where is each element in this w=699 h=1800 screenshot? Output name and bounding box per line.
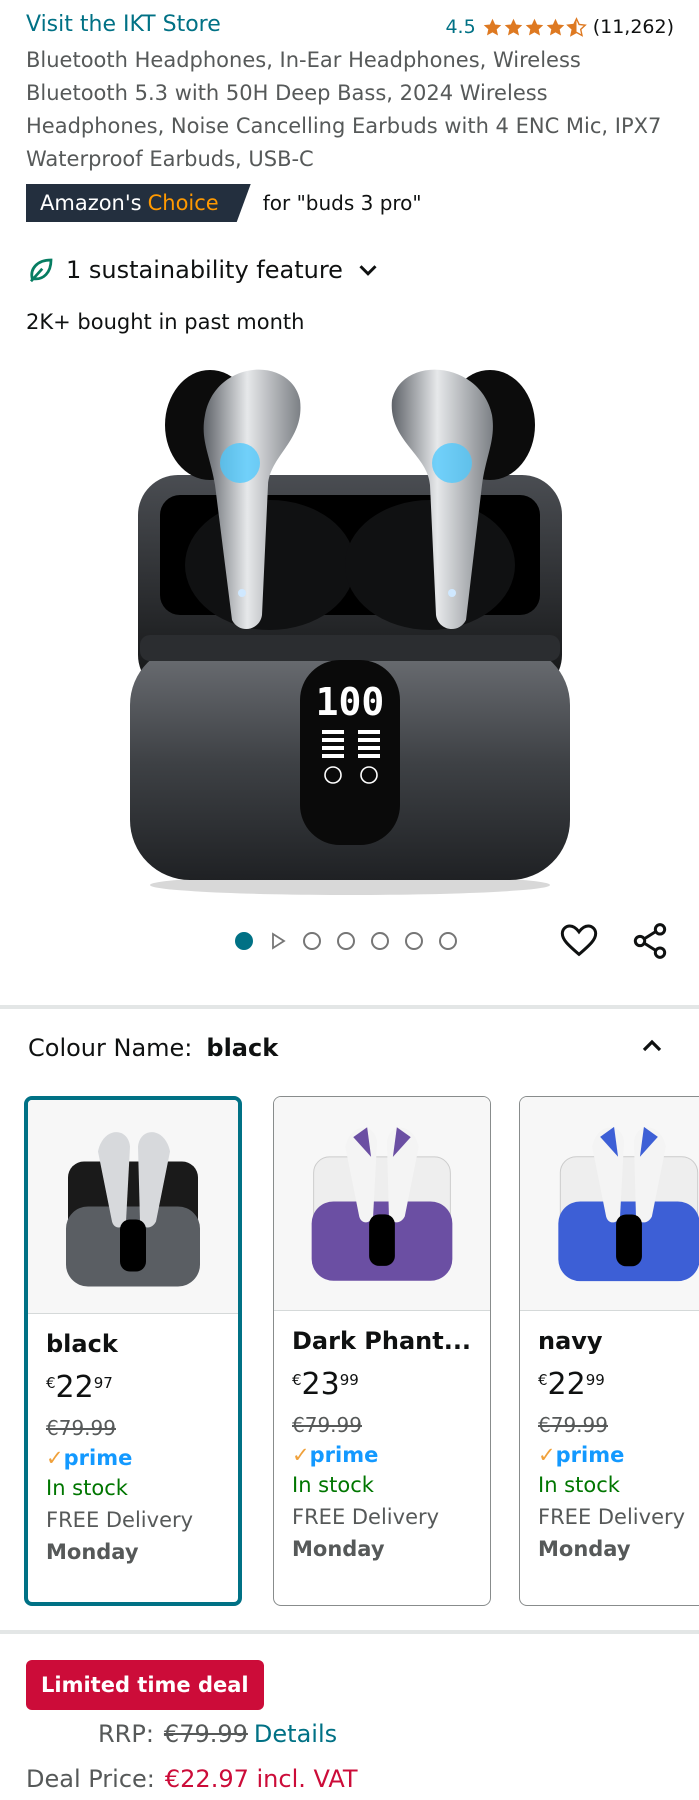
swatch-name: Dark Phant... <box>292 1327 472 1355</box>
colour-label: Colour Name: <box>28 1034 193 1062</box>
swatch-image <box>520 1097 699 1311</box>
star-icon <box>546 18 564 35</box>
gallery-dot[interactable] <box>337 932 355 950</box>
rating-count: (11,262) <box>592 16 674 38</box>
swatch-stock: In stock <box>538 1473 620 1497</box>
limited-deal-badge: Limited time deal <box>26 1660 264 1710</box>
chevron-up-icon[interactable] <box>636 1030 668 1062</box>
swatch-delivery-day: Monday <box>46 1540 139 1564</box>
star-icon <box>483 18 501 35</box>
rating[interactable]: 4.5 (11,262) <box>445 16 674 38</box>
section-divider <box>0 1630 699 1634</box>
swatch-price: €2299 <box>538 1367 605 1402</box>
swatch-stock: In stock <box>292 1473 374 1497</box>
gallery-dot[interactable] <box>405 932 423 950</box>
gallery-dot[interactable] <box>303 932 321 950</box>
prime-badge: ✓prime <box>292 1443 379 1467</box>
star-icon <box>504 18 522 35</box>
gallery-dot[interactable] <box>371 932 389 950</box>
badge-prefix: Amazon's <box>40 191 142 215</box>
colour-value: black <box>206 1034 279 1062</box>
product-image[interactable]: 100 <box>0 345 699 905</box>
swatch-delivery: FREE Delivery <box>292 1505 440 1529</box>
swatch-rrp: €79.99 <box>538 1413 608 1437</box>
swatch-price: €2399 <box>292 1367 359 1402</box>
colour-header[interactable]: Colour Name: black <box>28 1034 668 1062</box>
store-link[interactable]: Visit the IKT Store <box>26 12 221 37</box>
prime-badge: ✓prime <box>46 1446 133 1470</box>
prime-check-icon: ✓ <box>538 1443 556 1467</box>
swatch-thumbnail <box>66 1132 200 1287</box>
star-icon <box>525 18 543 35</box>
amazons-choice-row: Amazon's Choice for "buds 3 pro" <box>26 184 422 222</box>
rating-stars <box>482 16 587 38</box>
badge-query: for "buds 3 pro" <box>262 191 422 215</box>
swatch-price: €2297 <box>46 1370 113 1405</box>
swatch-image <box>274 1097 490 1311</box>
swatch-delivery-day: Monday <box>538 1537 631 1561</box>
sustainability-label: 1 sustainability feature <box>66 256 343 284</box>
rrp-label: RRP: <box>98 1720 154 1748</box>
swatch-image <box>28 1100 238 1314</box>
prime-check-icon: ✓ <box>46 1446 64 1470</box>
swatch-rrp: €79.99 <box>292 1413 362 1437</box>
swatch-stock: In stock <box>46 1476 128 1500</box>
amazons-choice-badge[interactable]: Amazon's Choice <box>26 184 251 222</box>
swatch-rrp: €79.99 <box>46 1416 116 1440</box>
prime-badge: ✓prime <box>538 1443 625 1467</box>
product-title: Bluetooth Headphones, In-Ear Headphones,… <box>26 48 662 171</box>
share-icon[interactable] <box>630 921 670 961</box>
swatch-name: black <box>46 1330 118 1358</box>
gallery-dot[interactable] <box>235 932 253 950</box>
heart-icon[interactable] <box>559 921 599 961</box>
bought-count: 2K+ bought in past month <box>26 310 305 334</box>
gallery-indicator[interactable] <box>235 932 457 950</box>
swatch-thumbnail <box>311 1127 453 1281</box>
deal-price-label: Deal Price: <box>26 1765 155 1793</box>
rrp-value: €79.99 <box>163 1720 248 1748</box>
store-row: Visit the IKT Store 4.5 (11,262) <box>26 12 674 42</box>
rating-value: 4.5 <box>445 16 476 38</box>
swatch-name: navy <box>538 1327 603 1355</box>
section-divider <box>0 1005 699 1009</box>
swatch-navy[interactable]: navy €2299 €79.99 ✓prime In stock FREE D… <box>519 1096 699 1606</box>
details-link[interactable]: Details <box>254 1720 337 1748</box>
leaf-icon <box>29 258 53 283</box>
case-display-digits: 100 <box>316 680 385 724</box>
play-icon[interactable] <box>269 932 287 950</box>
colour-swatches: black €2297 €79.99 ✓prime In stock FREE … <box>0 1094 699 1610</box>
swatch-thumbnail <box>558 1126 699 1282</box>
badge-choice: Choice <box>147 191 219 215</box>
gallery-dot[interactable] <box>439 932 457 950</box>
swatch-delivery: FREE Delivery <box>46 1508 194 1532</box>
swatch-black[interactable]: black €2297 €79.99 ✓prime In stock FREE … <box>24 1096 242 1606</box>
deal-price-value: €22.97 incl. VAT <box>164 1765 358 1793</box>
star-half-icon <box>565 16 587 37</box>
sustainability-toggle[interactable]: 1 sustainability feature <box>26 252 383 288</box>
swatch-delivery-day: Monday <box>292 1537 385 1561</box>
swatch-dark-phantom[interactable]: Dark Phant... €2399 €79.99 ✓prime In sto… <box>273 1096 491 1606</box>
chevron-down-icon <box>359 265 377 276</box>
deal-price-line: Deal Price: €22.97 incl. VAT <box>26 1765 358 1793</box>
rrp-line: RRP: €79.99 Details <box>98 1720 337 1748</box>
prime-check-icon: ✓ <box>292 1443 310 1467</box>
swatch-delivery: FREE Delivery <box>538 1505 686 1529</box>
